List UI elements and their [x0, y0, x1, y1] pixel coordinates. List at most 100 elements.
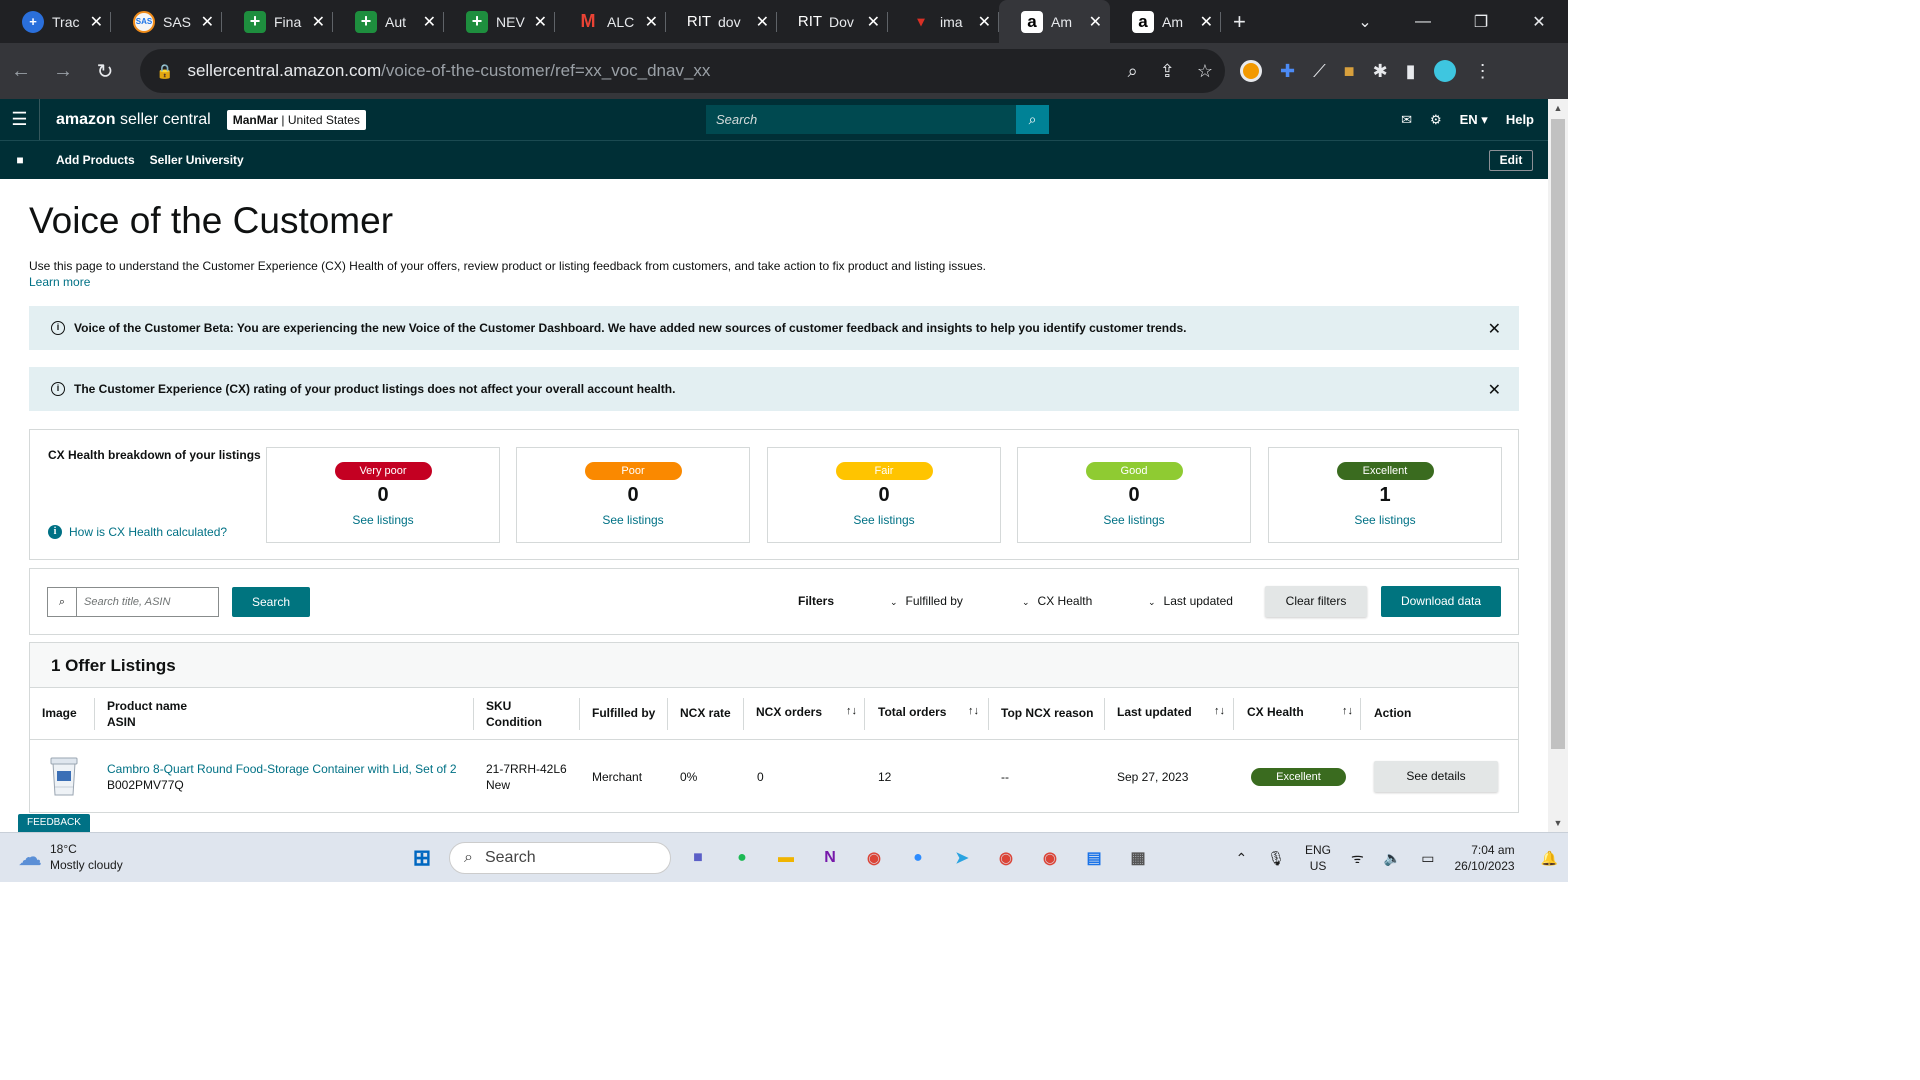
close-icon[interactable]: ✕ — [1488, 319, 1501, 339]
reload-icon[interactable]: ↻ — [84, 59, 126, 84]
see-details-button[interactable]: See details — [1374, 761, 1498, 792]
seller-central-logo[interactable]: amazon seller central — [56, 111, 211, 129]
wifi-icon[interactable]: ᯤ — [1351, 849, 1364, 868]
language-selector[interactable]: EN ▾ — [1460, 112, 1488, 128]
fulfilled-by-dropdown[interactable]: ⌄ Fulfilled by — [890, 594, 963, 608]
chrome-active-icon[interactable]: ◉ — [1033, 841, 1067, 875]
see-listings-link[interactable]: See listings — [267, 513, 499, 527]
close-tab-icon[interactable]: ✕ — [423, 12, 436, 32]
browser-tab[interactable]: + Trac ✕ — [0, 0, 111, 43]
browser-tab[interactable]: + NEV ✕ — [444, 0, 555, 43]
see-listings-link[interactable]: See listings — [1269, 513, 1501, 527]
last-updated-dropdown[interactable]: ⌄ Last updated — [1148, 594, 1233, 608]
browser-tab[interactable]: RIT Dov ✕ — [777, 0, 888, 43]
browser-tab-active[interactable]: a Am ✕ — [999, 0, 1110, 43]
browser-tab[interactable]: M ALC ✕ — [555, 0, 666, 43]
scroll-down-icon[interactable]: ▼ — [1548, 814, 1568, 832]
close-tab-icon[interactable]: ✕ — [978, 12, 991, 32]
close-tab-icon[interactable]: ✕ — [645, 12, 658, 32]
sort-icon[interactable]: ↑↓ — [968, 705, 979, 717]
subnav-add-products[interactable]: Add Products — [56, 153, 135, 167]
file-explorer-icon[interactable]: ▬ — [769, 841, 803, 875]
extension-icon[interactable]: ✚ — [1280, 61, 1295, 82]
listing-search-input[interactable] — [77, 596, 217, 608]
notepad-icon[interactable]: ▤ — [1077, 841, 1111, 875]
cx-health-how-link[interactable]: i How is CX Health calculated? — [48, 525, 227, 539]
close-window-icon[interactable]: ✕ — [1510, 12, 1568, 32]
back-icon[interactable]: ← — [0, 60, 42, 83]
close-tab-icon[interactable]: ✕ — [90, 12, 103, 32]
product-name-link[interactable]: Cambro 8-Quart Round Food-Storage Contai… — [107, 761, 457, 777]
volume-icon[interactable]: 🔈 — [1384, 850, 1401, 867]
tab-search-chevron-icon[interactable]: ⌄ — [1336, 12, 1394, 32]
restore-icon[interactable]: ❐ — [1452, 12, 1510, 32]
browser-tab[interactable]: + Aut ✕ — [333, 0, 444, 43]
sort-icon[interactable]: ↑↓ — [846, 705, 857, 717]
product-thumbnail[interactable] — [47, 753, 81, 799]
page-scrollbar[interactable]: ▲ ▼ — [1548, 99, 1568, 832]
extension-icon[interactable]: ⟋ — [1313, 61, 1326, 82]
settings-gear-icon[interactable]: ⚙ — [1430, 112, 1442, 128]
calculator-icon[interactable]: ▦ — [1121, 841, 1155, 875]
see-listings-link[interactable]: See listings — [1018, 513, 1250, 527]
profile-avatar[interactable] — [1433, 60, 1456, 82]
new-tab-icon[interactable]: + — [1233, 9, 1246, 35]
close-tab-icon[interactable]: ✕ — [312, 12, 325, 32]
hamburger-menu-icon[interactable]: ☰ — [0, 99, 40, 140]
sort-icon[interactable]: ↑↓ — [1214, 705, 1225, 717]
account-switcher[interactable]: ManMar | United States — [226, 109, 366, 130]
close-icon[interactable]: ✕ — [1488, 380, 1501, 400]
close-tab-icon[interactable]: ✕ — [1089, 12, 1102, 32]
zoom-icon[interactable]: ● — [901, 841, 935, 875]
sort-icon[interactable]: ↑↓ — [1342, 705, 1353, 717]
extension-icon[interactable]: ■ — [1344, 61, 1355, 82]
edit-nav-button[interactable]: Edit — [1489, 150, 1533, 171]
minimize-icon[interactable]: — — [1394, 13, 1452, 31]
chrome-icon[interactable]: ◉ — [857, 841, 891, 875]
teams-icon[interactable]: ■ — [681, 841, 715, 875]
search-icon[interactable]: ⌕ — [1016, 105, 1049, 134]
clear-filters-button[interactable]: Clear filters — [1265, 586, 1367, 617]
browser-tab[interactable]: SAS SAS ✕ — [111, 0, 222, 43]
download-data-button[interactable]: Download data — [1381, 586, 1501, 617]
close-tab-icon[interactable]: ✕ — [756, 12, 769, 32]
clock[interactable]: 7:04 am 26/10/2023 — [1455, 842, 1515, 874]
input-language[interactable]: ENG US — [1305, 842, 1331, 874]
bookmark-icon[interactable]: ■ — [0, 153, 40, 167]
share-icon[interactable]: ⇪ — [1160, 61, 1175, 82]
see-listings-link[interactable]: See listings — [768, 513, 1000, 527]
extensions-puzzle-icon[interactable]: ✱ — [1373, 61, 1388, 82]
zoom-icon[interactable]: ⌕ — [1128, 61, 1138, 82]
cx-health-dropdown[interactable]: ⌄ CX Health — [1022, 594, 1092, 608]
feedback-tab[interactable]: FEEDBACK ✕ — [18, 814, 90, 846]
windows-start-icon[interactable]: ⊞ — [405, 841, 439, 875]
browser-tab[interactable]: + Fina ✕ — [222, 0, 333, 43]
onenote-icon[interactable]: N — [813, 841, 847, 875]
taskbar-search[interactable]: ⌕ Search — [449, 842, 671, 874]
chevron-up-icon[interactable]: ⌃ — [1236, 850, 1248, 867]
header-search-input[interactable] — [706, 105, 1016, 134]
browser-tab[interactable]: a Am ✕ — [1110, 0, 1221, 43]
telegram-icon[interactable]: ➤ — [945, 841, 979, 875]
scroll-thumb[interactable] — [1551, 119, 1565, 749]
forward-icon[interactable]: → — [42, 60, 84, 83]
subnav-seller-university[interactable]: Seller University — [150, 153, 244, 167]
close-tab-icon[interactable]: ✕ — [867, 12, 880, 32]
extension-icon[interactable] — [1240, 60, 1262, 82]
address-bar[interactable]: 🔒 sellercentral.amazon.com/voice-of-the-… — [140, 49, 1225, 93]
close-tab-icon[interactable]: ✕ — [201, 12, 214, 32]
mail-icon[interactable]: ✉ — [1401, 112, 1412, 128]
learn-more-link[interactable]: Learn more — [29, 275, 90, 289]
weather-widget[interactable]: ☁ 18°C Mostly cloudy — [18, 841, 123, 873]
bookmark-star-icon[interactable]: ☆ — [1197, 61, 1213, 82]
see-listings-link[interactable]: See listings — [517, 513, 749, 527]
browser-tab[interactable]: RIT dov ✕ — [666, 0, 777, 43]
scroll-up-icon[interactable]: ▲ — [1548, 99, 1568, 117]
close-tab-icon[interactable]: ✕ — [1200, 12, 1213, 32]
lock-icon[interactable]: 🔒 — [156, 63, 173, 80]
notification-bell-icon[interactable]: 🔔 — [1541, 850, 1558, 867]
side-panel-icon[interactable]: ▮ — [1406, 61, 1416, 82]
battery-icon[interactable]: ▭ — [1421, 850, 1434, 867]
listing-search-button[interactable]: Search — [232, 587, 310, 617]
browser-tab[interactable]: ▾ ima ✕ — [888, 0, 999, 43]
